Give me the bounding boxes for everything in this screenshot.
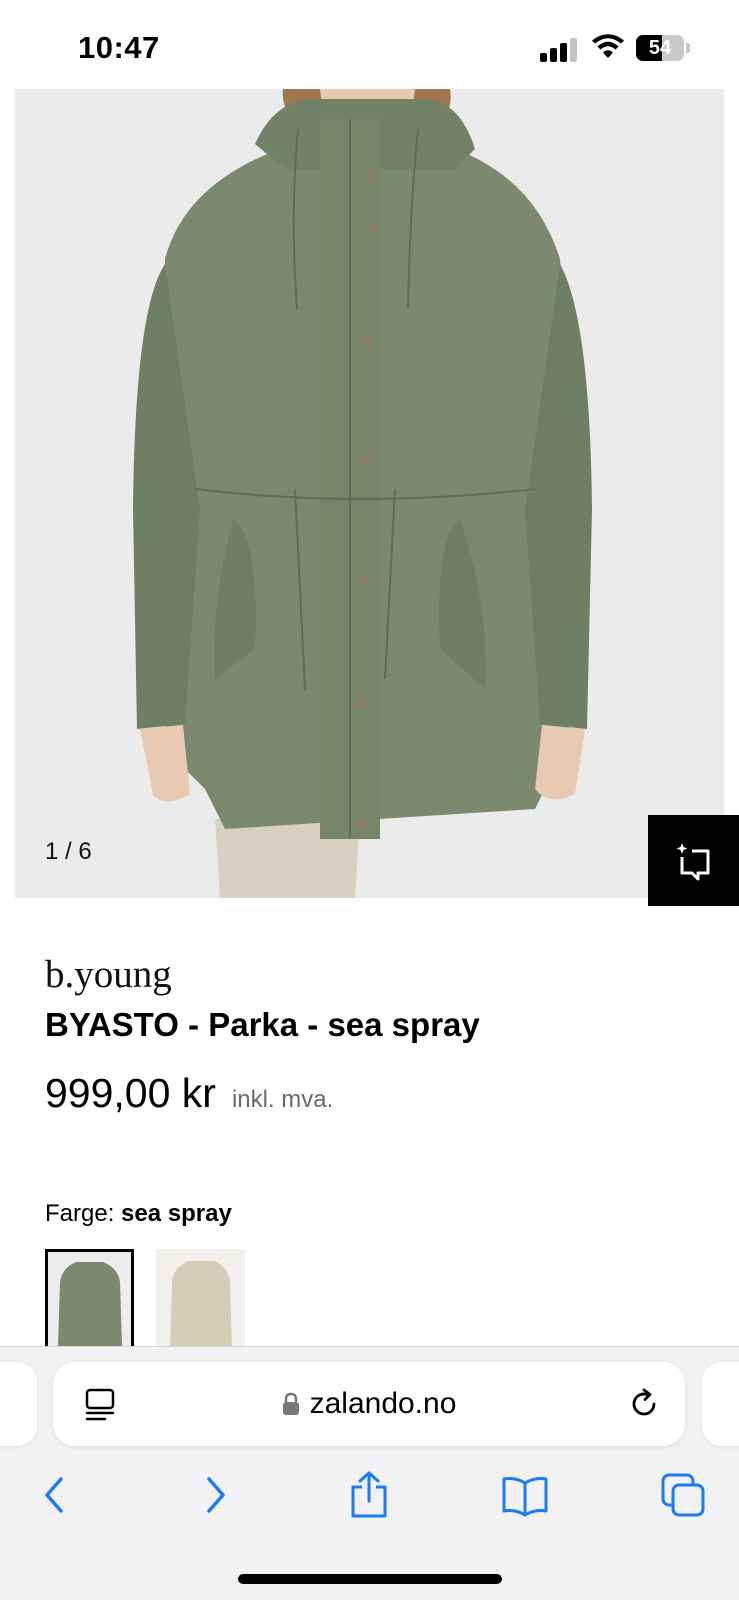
status-time: 10:47 [78, 30, 160, 65]
signal-icon [540, 36, 580, 62]
bookmarks-button[interactable] [500, 1470, 550, 1520]
product-image[interactable] [15, 89, 724, 898]
swatch-image [48, 1252, 131, 1346]
wifi-icon [592, 34, 624, 58]
forward-icon [207, 1477, 225, 1513]
reload-icon[interactable] [626, 1386, 662, 1422]
battery-icon: 54 [636, 35, 690, 61]
price: 999,00 kr [45, 1070, 216, 1116]
previous-tab-preview[interactable] [0, 1362, 37, 1446]
color-label: Farge: sea spray [45, 1200, 232, 1228]
brand-name[interactable]: b.young [45, 952, 172, 997]
share-icon [351, 1471, 387, 1518]
visual-search-icon [676, 842, 709, 880]
status-bar: 10:47 54 [0, 0, 739, 90]
forward-button[interactable] [190, 1470, 240, 1520]
swatch-image [156, 1249, 245, 1349]
url-text: zalando.no [309, 1387, 457, 1420]
next-tab-preview[interactable] [702, 1362, 739, 1446]
price-row: 999,00 kr inkl. mva. [45, 1070, 333, 1117]
battery-level: 54 [648, 37, 672, 59]
color-swatch-beige[interactable] [156, 1249, 245, 1349]
tax-note: inkl. mva. [231, 1086, 334, 1113]
back-button[interactable] [30, 1470, 80, 1520]
lock-icon [282, 1392, 299, 1415]
product-photo [15, 89, 724, 898]
image-counter: 1 / 6 [45, 838, 92, 865]
url-display[interactable]: zalando.no [53, 1362, 685, 1446]
back-icon [45, 1477, 63, 1513]
selected-color-name: sea spray [121, 1200, 232, 1227]
tabs-button[interactable] [658, 1470, 708, 1520]
tabs-icon [661, 1473, 705, 1517]
bookmarks-icon [502, 1477, 548, 1517]
share-button[interactable] [344, 1470, 394, 1520]
product-title: BYASTO - Parka - sea spray [45, 1006, 480, 1043]
color-swatch-sea-spray[interactable] [45, 1249, 134, 1349]
visual-search-button[interactable] [648, 815, 739, 906]
home-indicator [238, 1574, 502, 1584]
color-label-prefix: Farge: [45, 1200, 115, 1227]
address-bar[interactable]: zalando.no [53, 1362, 685, 1446]
